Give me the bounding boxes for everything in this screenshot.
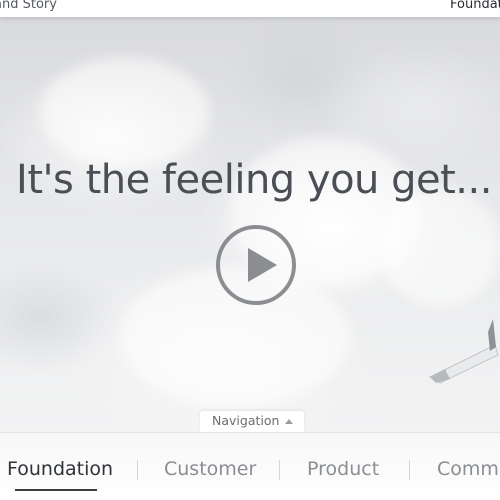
- cloud-decoration: [40, 57, 210, 167]
- active-tab-indicator: [15, 489, 97, 491]
- cloud-decoration: [380, 187, 500, 307]
- navigation-toggle[interactable]: Navigation: [200, 411, 304, 432]
- play-video-button[interactable]: [216, 225, 296, 305]
- play-icon: [248, 248, 277, 282]
- nav-item-community[interactable]: Commu: [437, 458, 500, 480]
- nav-item-foundation[interactable]: Foundation: [7, 458, 113, 480]
- navigation-toggle-label: Navigation: [212, 413, 280, 428]
- page: and Story Foundati It's the feeling you …: [0, 0, 500, 500]
- nav-divider: [137, 460, 138, 480]
- bottom-navigation: Foundation Customer Product Commu: [0, 432, 500, 500]
- airplane-wing-image: [428, 319, 499, 384]
- top-bar: and Story Foundati: [0, 0, 500, 17]
- foundation-link[interactable]: Foundati: [450, 0, 500, 12]
- nav-item-product[interactable]: Product: [307, 458, 379, 480]
- nav-divider: [409, 460, 410, 480]
- caret-up-icon: [285, 419, 293, 424]
- nav-divider: [279, 460, 280, 480]
- hero-video-banner: It's the feeling you get... Navigation: [0, 17, 500, 432]
- hero-headline: It's the feeling you get...: [16, 157, 492, 203]
- nav-item-customer[interactable]: Customer: [164, 458, 256, 480]
- brand-story-link[interactable]: and Story: [0, 0, 57, 12]
